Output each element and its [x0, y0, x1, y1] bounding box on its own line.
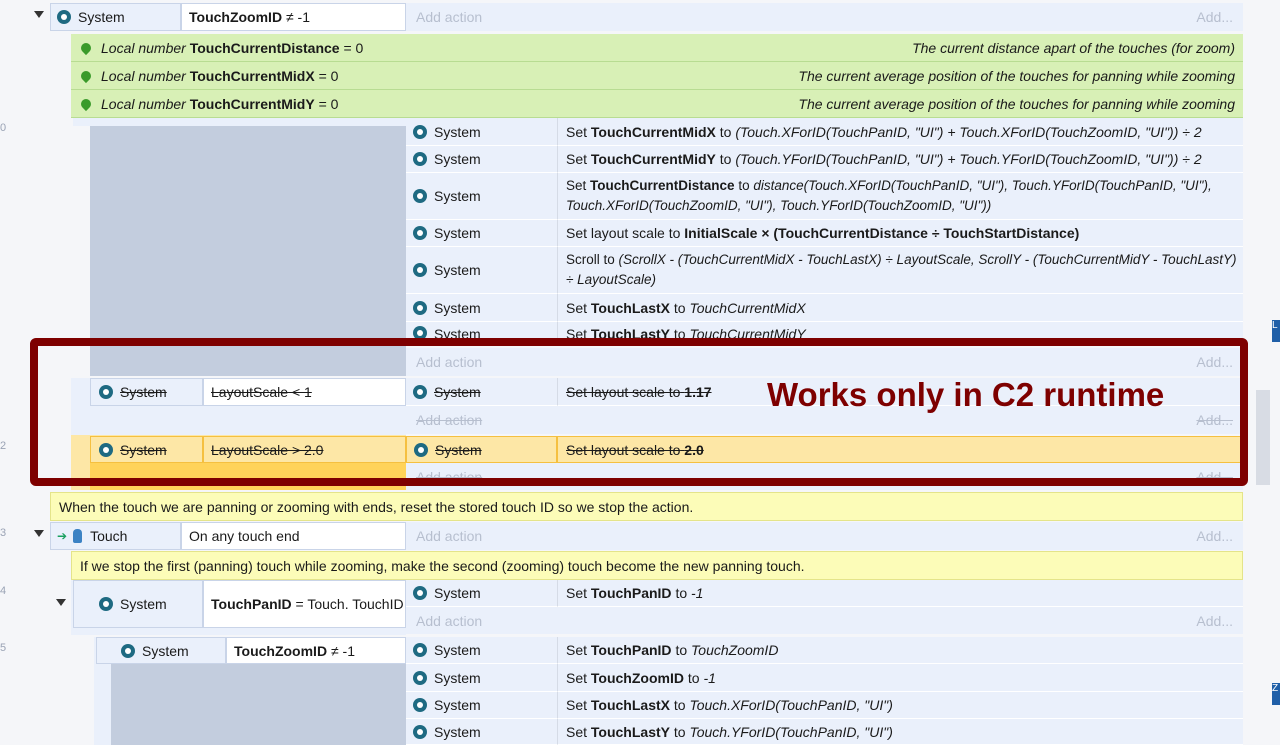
local-variable-icon	[78, 40, 94, 55]
annotation-label: Works only in C2 runtime	[767, 376, 1165, 413]
gear-icon	[413, 226, 427, 240]
comment-row[interactable]: When the touch we are panning or zooming…	[50, 492, 1243, 521]
action-text[interactable]: Set TouchLastY to TouchCurrentMidY	[557, 322, 1243, 346]
action-object[interactable]: System	[406, 118, 557, 146]
line-number: 0	[0, 122, 7, 134]
local-variable-comment: The current average position of the touc…	[798, 67, 1235, 84]
action-text[interactable]: Set TouchLastX to Touch.XForID(TouchPanI…	[557, 692, 1243, 719]
action-text[interactable]: Set TouchCurrentDistance to distance(Tou…	[557, 173, 1243, 220]
gear-icon	[413, 384, 427, 399]
comment-row[interactable]: If we stop the first (panning) touch whi…	[71, 551, 1243, 580]
local-variable-comment: The current average position of the touc…	[798, 95, 1235, 112]
gear-icon	[99, 385, 113, 399]
scrollbar-thumb[interactable]	[1256, 390, 1270, 485]
action-object[interactable]: System	[406, 173, 557, 220]
add-action-row[interactable]: Add action Add...	[406, 607, 1243, 634]
side-panel-tab[interactable]: Z	[1272, 683, 1280, 705]
action-text[interactable]: Scroll to (ScrollX - (TouchCurrentMidX -…	[557, 247, 1243, 294]
event-condition-object[interactable]: System	[73, 580, 203, 628]
action-object[interactable]: System	[406, 378, 557, 406]
local-variable-icon	[78, 68, 94, 83]
local-variable-row[interactable]: Local number TouchCurrentMidX = 0 The cu…	[71, 62, 1243, 90]
trigger-arrow-icon: ➔	[57, 529, 68, 543]
event-block-top	[73, 118, 406, 126]
add-action-row[interactable]: Add action Add...	[406, 3, 1243, 31]
gear-icon	[99, 442, 113, 457]
action-object[interactable]: System	[406, 692, 557, 719]
action-text[interactable]: Set TouchLastY to Touch.YForID(TouchPanI…	[557, 719, 1243, 745]
action-object[interactable]: System	[406, 436, 557, 463]
gear-icon	[413, 643, 427, 657]
action-text[interactable]: Set TouchCurrentMidY to (Touch.YForID(To…	[557, 146, 1243, 173]
event-condition-object[interactable]: System	[96, 637, 226, 664]
gear-icon	[57, 10, 71, 24]
condition-area[interactable]	[111, 664, 406, 745]
local-variable-icon	[78, 96, 94, 111]
line-number: 5	[0, 642, 7, 654]
action-text[interactable]: Set layout scale to InitialScale × (Touc…	[557, 220, 1243, 247]
gear-icon	[413, 300, 427, 315]
line-number: 4	[0, 585, 7, 597]
right-margin	[1243, 0, 1280, 745]
gear-icon	[413, 724, 427, 739]
event-condition-object[interactable]: ➔ Touch	[50, 522, 181, 550]
line-number: 3	[0, 527, 7, 539]
collapse-arrow-icon[interactable]	[34, 11, 44, 18]
local-variable-row[interactable]: Local number TouchCurrentDistance = 0 Th…	[71, 34, 1243, 62]
add-action-row[interactable]: Add action Add...	[406, 348, 1243, 376]
action-text[interactable]: Set layout scale to 2.0	[557, 436, 1243, 463]
gear-icon	[414, 442, 428, 457]
gear-icon	[99, 597, 113, 611]
add-action-row[interactable]: Add action Add...	[406, 522, 1243, 550]
gear-icon	[413, 586, 427, 600]
gear-icon	[413, 189, 427, 203]
action-text[interactable]: Set TouchZoomID to -1	[557, 664, 1243, 692]
event-condition-text[interactable]: TouchPanID = Touch. TouchID	[203, 580, 406, 628]
touch-icon	[73, 529, 83, 543]
action-text[interactable]: Set TouchPanID to -1	[557, 580, 1243, 607]
event-condition-text[interactable]: TouchZoomID ≠ -1	[226, 637, 406, 664]
local-variable-comment: The current distance apart of the touche…	[912, 39, 1235, 56]
gear-icon	[413, 152, 427, 166]
gear-icon	[121, 643, 135, 658]
action-object[interactable]: System	[406, 247, 557, 294]
sub-event-condition-text[interactable]: LayoutScale < 1	[203, 378, 406, 406]
action-object[interactable]: System	[406, 637, 557, 664]
action-object[interactable]: System	[406, 146, 557, 173]
gear-icon	[413, 263, 427, 277]
add-action-row[interactable]: Add action Add...	[406, 463, 1243, 490]
left-gutter	[0, 0, 30, 745]
gear-icon	[413, 670, 427, 685]
local-variable-row[interactable]: Local number TouchCurrentMidY = 0 The cu…	[71, 90, 1243, 118]
action-text[interactable]: Set TouchCurrentMidX to (Touch.XForID(To…	[557, 118, 1243, 146]
line-number: 2	[0, 440, 7, 452]
action-object[interactable]: System	[406, 580, 557, 607]
action-object[interactable]: System	[406, 719, 557, 745]
action-text[interactable]: Set TouchPanID to TouchZoomID	[557, 637, 1243, 664]
sub-event-condition-object[interactable]: System	[90, 436, 203, 463]
sub-event-condition-object[interactable]: System	[90, 378, 203, 406]
action-object[interactable]: System	[406, 322, 557, 346]
action-object[interactable]: System	[406, 220, 557, 247]
collapse-arrow-icon[interactable]	[34, 530, 44, 537]
gear-icon	[413, 124, 427, 139]
event-condition-text[interactable]: On any touch end	[181, 522, 406, 550]
event-condition-text[interactable]: TouchZoomID ≠ -1	[181, 3, 406, 31]
collapse-arrow-icon[interactable]	[56, 599, 66, 606]
gear-icon	[413, 326, 427, 340]
sub-event-condition-text[interactable]: LayoutScale > 2.0	[203, 436, 406, 463]
condition-area[interactable]	[90, 126, 406, 376]
gear-icon	[413, 698, 427, 712]
action-object[interactable]: System	[406, 294, 557, 322]
action-object[interactable]: System	[406, 664, 557, 692]
condition-area-selected	[90, 463, 406, 490]
side-panel-tab[interactable]: L	[1272, 320, 1280, 342]
event-condition-object[interactable]: System	[50, 3, 181, 31]
action-text[interactable]: Set TouchLastX to TouchCurrentMidX	[557, 294, 1243, 322]
